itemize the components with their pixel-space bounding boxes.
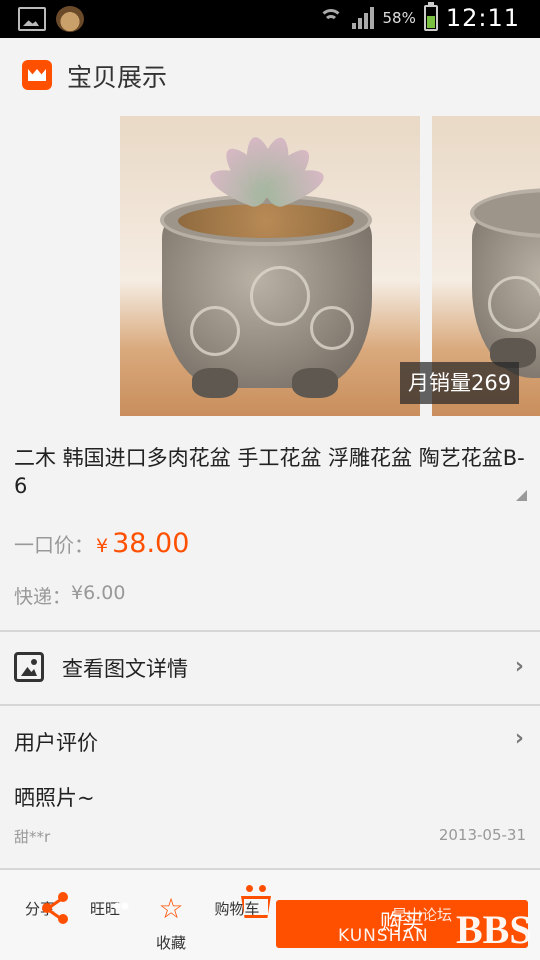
status-bar: 58% 12:11 xyxy=(0,0,540,38)
pot-foot xyxy=(192,368,238,398)
expand-title-icon[interactable] xyxy=(516,490,527,501)
chevron-right-icon: › xyxy=(514,654,524,679)
buy-button[interactable]: 购买 xyxy=(276,900,528,948)
carved-flower xyxy=(250,266,310,326)
battery-percent: 58% xyxy=(382,9,416,27)
price-label: 一口价： xyxy=(14,533,94,557)
product-photo[interactable] xyxy=(120,116,420,416)
user-reviews-label: 用户评价 xyxy=(14,731,98,755)
battery-icon xyxy=(423,2,438,31)
review-user: 甜**r xyxy=(14,828,51,846)
cart-button[interactable]: 购物车 xyxy=(207,885,267,919)
carved-flower xyxy=(190,306,240,356)
view-details-label: 查看图文详情 xyxy=(62,657,188,681)
shipping-row: 快递： ¥6.00 xyxy=(14,582,125,609)
star-icon: ☆ xyxy=(158,892,184,925)
page-header: 宝贝展示 xyxy=(0,38,540,110)
notification-icons xyxy=(18,6,84,32)
product-title: 二木 韩国进口多肉花盆 手工花盆 浮雕花盆 陶艺花盆B-6 xyxy=(14,446,525,498)
carved-flower xyxy=(310,306,354,350)
page-title: 宝贝展示 xyxy=(67,63,168,92)
shipping-label: 快递： xyxy=(14,586,72,608)
status-indicators: 58% 12:11 xyxy=(318,2,520,32)
pot-foot xyxy=(292,368,338,398)
favorite-label: 收藏 xyxy=(155,934,186,952)
review-date: 2013-05-31 xyxy=(438,826,526,844)
wifi-icon xyxy=(318,7,344,29)
carved-flower xyxy=(488,276,540,332)
price-value: 38.00 xyxy=(112,528,190,559)
clock: 12:11 xyxy=(445,4,520,32)
chevron-right-icon: › xyxy=(514,726,524,751)
share-button[interactable]: 分享 xyxy=(10,892,70,924)
succulent-plant xyxy=(205,134,329,216)
price-row: 一口价： ¥ 38.00 xyxy=(14,528,189,559)
view-details-row[interactable]: 查看图文详情 › xyxy=(0,632,540,704)
gallery-notification-icon xyxy=(18,7,46,31)
image-text-icon xyxy=(14,652,44,682)
favorite-button[interactable]: ☆ 收藏 xyxy=(141,892,201,953)
shop-icon xyxy=(22,60,52,90)
signal-icon xyxy=(352,7,375,29)
app-notification-icon xyxy=(56,6,84,32)
user-reviews-row[interactable]: 用户评价 › xyxy=(0,706,540,778)
shipping-price: ¥6.00 xyxy=(71,582,126,604)
currency-symbol: ¥ xyxy=(96,535,109,557)
monthly-sales-badge: 月销量269 xyxy=(400,362,520,404)
review-text: 晒照片~ xyxy=(14,786,95,810)
wangwang-button[interactable]: 旺旺 xyxy=(75,892,135,919)
